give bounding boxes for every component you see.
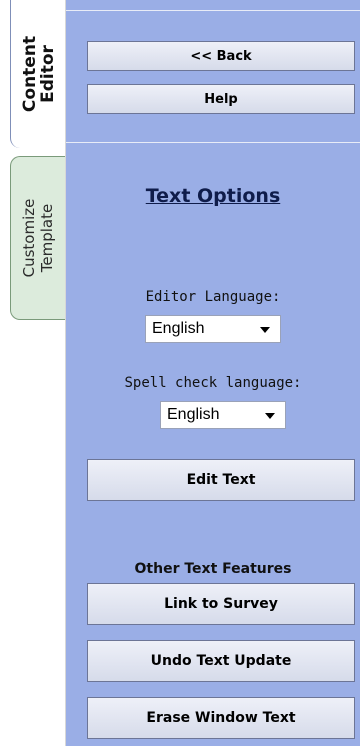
vertical-tab-strip: Content Editor Customize Template: [0, 0, 66, 746]
link-to-survey-button[interactable]: Link to Survey: [87, 583, 355, 625]
chevron-down-icon: [260, 327, 270, 333]
spell-check-language-select[interactable]: English: [160, 401, 286, 429]
spell-check-language-label: Spell check language:: [124, 375, 302, 391]
help-button[interactable]: Help: [87, 84, 355, 114]
tab-content-editor[interactable]: Content Editor: [10, 0, 66, 148]
edit-text-button[interactable]: Edit Text: [87, 459, 355, 501]
undo-text-update-button[interactable]: Undo Text Update: [87, 640, 355, 682]
text-options-heading: Text Options: [145, 185, 281, 207]
back-button[interactable]: << Back: [87, 41, 355, 71]
other-text-features-heading: Other Text Features: [134, 561, 292, 577]
tab-content-editor-label: Content Editor: [19, 35, 58, 113]
editor-language-value: English: [152, 320, 205, 337]
tab-customize-template[interactable]: Customize Template: [10, 156, 65, 320]
erase-window-text-button[interactable]: Erase Window Text: [87, 697, 355, 739]
content-editor-panel: << Back Help Text Options Editor Languag…: [66, 0, 360, 746]
editor-language-label: Editor Language:: [145, 289, 281, 305]
editor-language-select[interactable]: English: [145, 315, 281, 343]
tab-customize-template-label: Customize Template: [20, 198, 56, 278]
section-divider: [66, 142, 360, 143]
chevron-down-icon: [265, 413, 275, 419]
top-divider: [66, 10, 360, 11]
spell-check-language-value: English: [167, 406, 220, 423]
